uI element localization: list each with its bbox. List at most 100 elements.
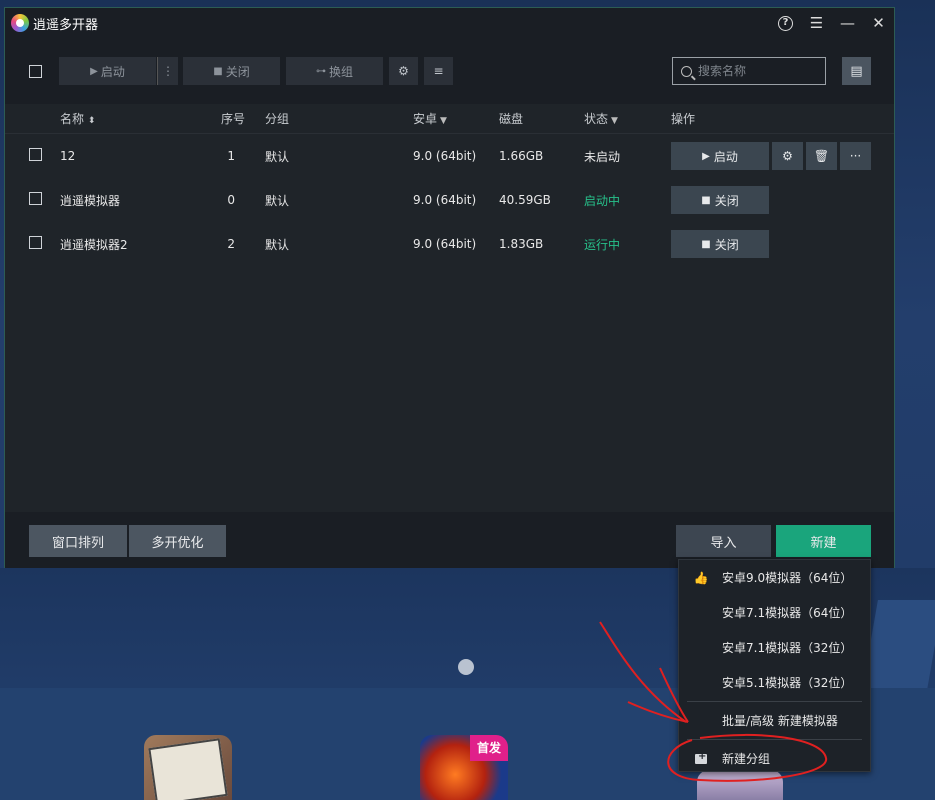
row-checkbox[interactable] [29,148,42,161]
menu-item-label: 安卓9.0模拟器（64位） [722,571,853,585]
delete-instance-button[interactable]: 🗑 [806,142,837,170]
search-input[interactable] [698,64,818,78]
select-all-checkbox[interactable] [29,64,42,78]
instance-group: 默认 [265,149,290,164]
menu-item-android71-64[interactable]: 安卓7.1模拟器（64位） [679,595,870,630]
instance-disk: 1.66GB [499,149,544,163]
folder-add-icon [695,751,707,764]
instance-status: 未启动 [584,149,621,164]
filter-icon: ▼ [611,116,618,126]
menu-item-android71-32[interactable]: 安卓7.1模拟器（32位） [679,630,870,665]
toolbar: ▶启动 ⋮ ■关闭 ⊶换组 ⚙ ≡ ▤ [5,38,894,104]
close-instance-button[interactable]: ■ 关闭 [671,186,769,214]
header-android[interactable]: 安卓 ▼ [413,110,499,127]
change-group-label: 换组 [328,64,353,79]
view-mode-button[interactable]: ▤ [842,57,871,85]
row-checkbox[interactable] [29,236,42,249]
instance-android: 9.0 (64bit) [413,193,477,207]
start-instance-label: 启动 [713,149,738,164]
instance-disk: 40.59GB [499,193,551,207]
instance-name: 12 [60,149,76,163]
menu-item-batch-new[interactable]: 批量/高级 新建模拟器 [679,703,870,738]
batch-close-button[interactable]: ■ 关闭 [183,57,280,85]
close-instance-label: 关闭 [714,237,739,252]
search-box [672,57,826,85]
header-name[interactable]: 名称 ⬍ [60,110,203,127]
play-icon: ▶ [702,150,710,162]
menu-item-label: 安卓7.1模拟器（32位） [722,641,853,655]
instance-index: 2 [227,237,235,251]
list-icon: ≡ [433,64,444,78]
new-button[interactable]: 新建 [776,525,871,557]
menu-item-android9-64[interactable]: 👍 安卓9.0模拟器（64位） [679,560,870,595]
trash-icon: 🗑 [813,149,830,163]
title-bar: 逍遥多开器 ? ☰ — ✕ [5,8,894,38]
multi-instance-window: 逍遥多开器 ? ☰ — ✕ ▶启动 ⋮ ■关闭 ⊶换组 ⚙ ≡ ▤ 名称 ⬍ 序… [4,7,895,568]
app-icon-fire-game[interactable]: 首发 [420,735,508,800]
app-icon-book-game[interactable] [144,735,232,800]
more-vertical-icon: ⋮ [162,64,174,78]
app-logo-icon [11,14,29,32]
more-horizontal-icon: ··· [849,149,862,163]
change-group-button[interactable]: ⊶ 换组 [286,57,383,85]
import-button[interactable]: 导入 [676,525,771,557]
table-row: 12 1 默认 9.0 (64bit) 1.66GB 未启动 ▶ 启动 ⚙ 🗑 ·… [5,134,894,178]
table-header: 名称 ⬍ 序号 分组 安卓 ▼ 磁盘 状态 ▼ 操作 [5,104,894,134]
help-icon: ? [778,15,793,31]
start-instance-button[interactable]: ▶ 启动 [671,142,769,170]
instance-index: 0 [227,193,235,207]
instance-status: 启动中 [584,193,621,208]
minimize-button[interactable]: — [832,8,863,38]
play-icon: ▶ [90,65,98,77]
header-disk: 磁盘 [499,112,524,126]
close-instance-label: 关闭 [714,193,739,208]
batch-start-label: 启动 [100,64,125,79]
batch-settings-button[interactable]: ⚙ [389,57,418,85]
menu-item-new-group[interactable]: 新建分组 [679,741,870,776]
header-status[interactable]: 状态 ▼ [584,110,671,127]
instance-index: 1 [227,149,235,163]
menu-divider [687,739,862,740]
search-icon [681,65,692,77]
multi-optimize-button[interactable]: 多开优化 [129,525,226,557]
menu-button[interactable]: ☰ [801,8,832,38]
batch-close-label: 关闭 [225,64,250,79]
app-badge: 首发 [470,735,508,761]
sort-icon: ⬍ [87,116,96,126]
close-instance-button[interactable]: ■ 关闭 [671,230,769,258]
window-arrange-button[interactable]: 窗口排列 [29,525,127,557]
menu-item-label: 安卓5.1模拟器（32位） [722,676,853,690]
instance-android: 9.0 (64bit) [413,237,477,251]
header-ops: 操作 [671,112,696,126]
header-group: 分组 [265,112,290,126]
menu-item-label: 批量/高级 新建模拟器 [722,714,838,728]
group-tree-icon: ⊶ [315,65,326,77]
help-button[interactable]: ? [770,8,801,38]
menu-item-label: 新建分组 [722,752,771,766]
batch-start-more-button[interactable]: ⋮ [157,57,178,85]
instance-more-button[interactable]: ··· [840,142,871,170]
batch-start-button[interactable]: ▶ 启动 [59,57,156,85]
filter-icon: ▼ [440,116,447,126]
instance-disk: 1.83GB [499,237,544,251]
batch-more-button[interactable]: ≡ [424,57,453,85]
instance-table: 名称 ⬍ 序号 分组 安卓 ▼ 磁盘 状态 ▼ 操作 12 1 默认 9.0 (64… [5,104,894,512]
minimize-icon: — [840,14,855,32]
window-title: 逍遥多开器 [33,17,99,33]
instance-name: 逍遥模拟器2 [60,237,128,252]
stop-icon: ■ [701,194,711,206]
thumbs-up-icon: 👍 [693,571,709,585]
instance-settings-button[interactable]: ⚙ [772,142,803,170]
menu-divider [687,701,862,702]
close-window-button[interactable]: ✕ [863,8,894,38]
list-view-icon: ▤ [850,63,863,79]
menu-item-android51-32[interactable]: 安卓5.1模拟器（32位） [679,665,870,700]
instance-group: 默认 [265,193,290,208]
desktop-dot [458,659,474,675]
menu-item-label: 安卓7.1模拟器（64位） [722,606,853,620]
stop-icon: ■ [701,238,711,250]
row-checkbox[interactable] [29,192,42,205]
instance-group: 默认 [265,237,290,252]
gear-icon: ⚙ [398,64,409,78]
table-row: 逍遥模拟器2 2 默认 9.0 (64bit) 1.83GB 运行中 ■ 关闭 [5,222,894,266]
